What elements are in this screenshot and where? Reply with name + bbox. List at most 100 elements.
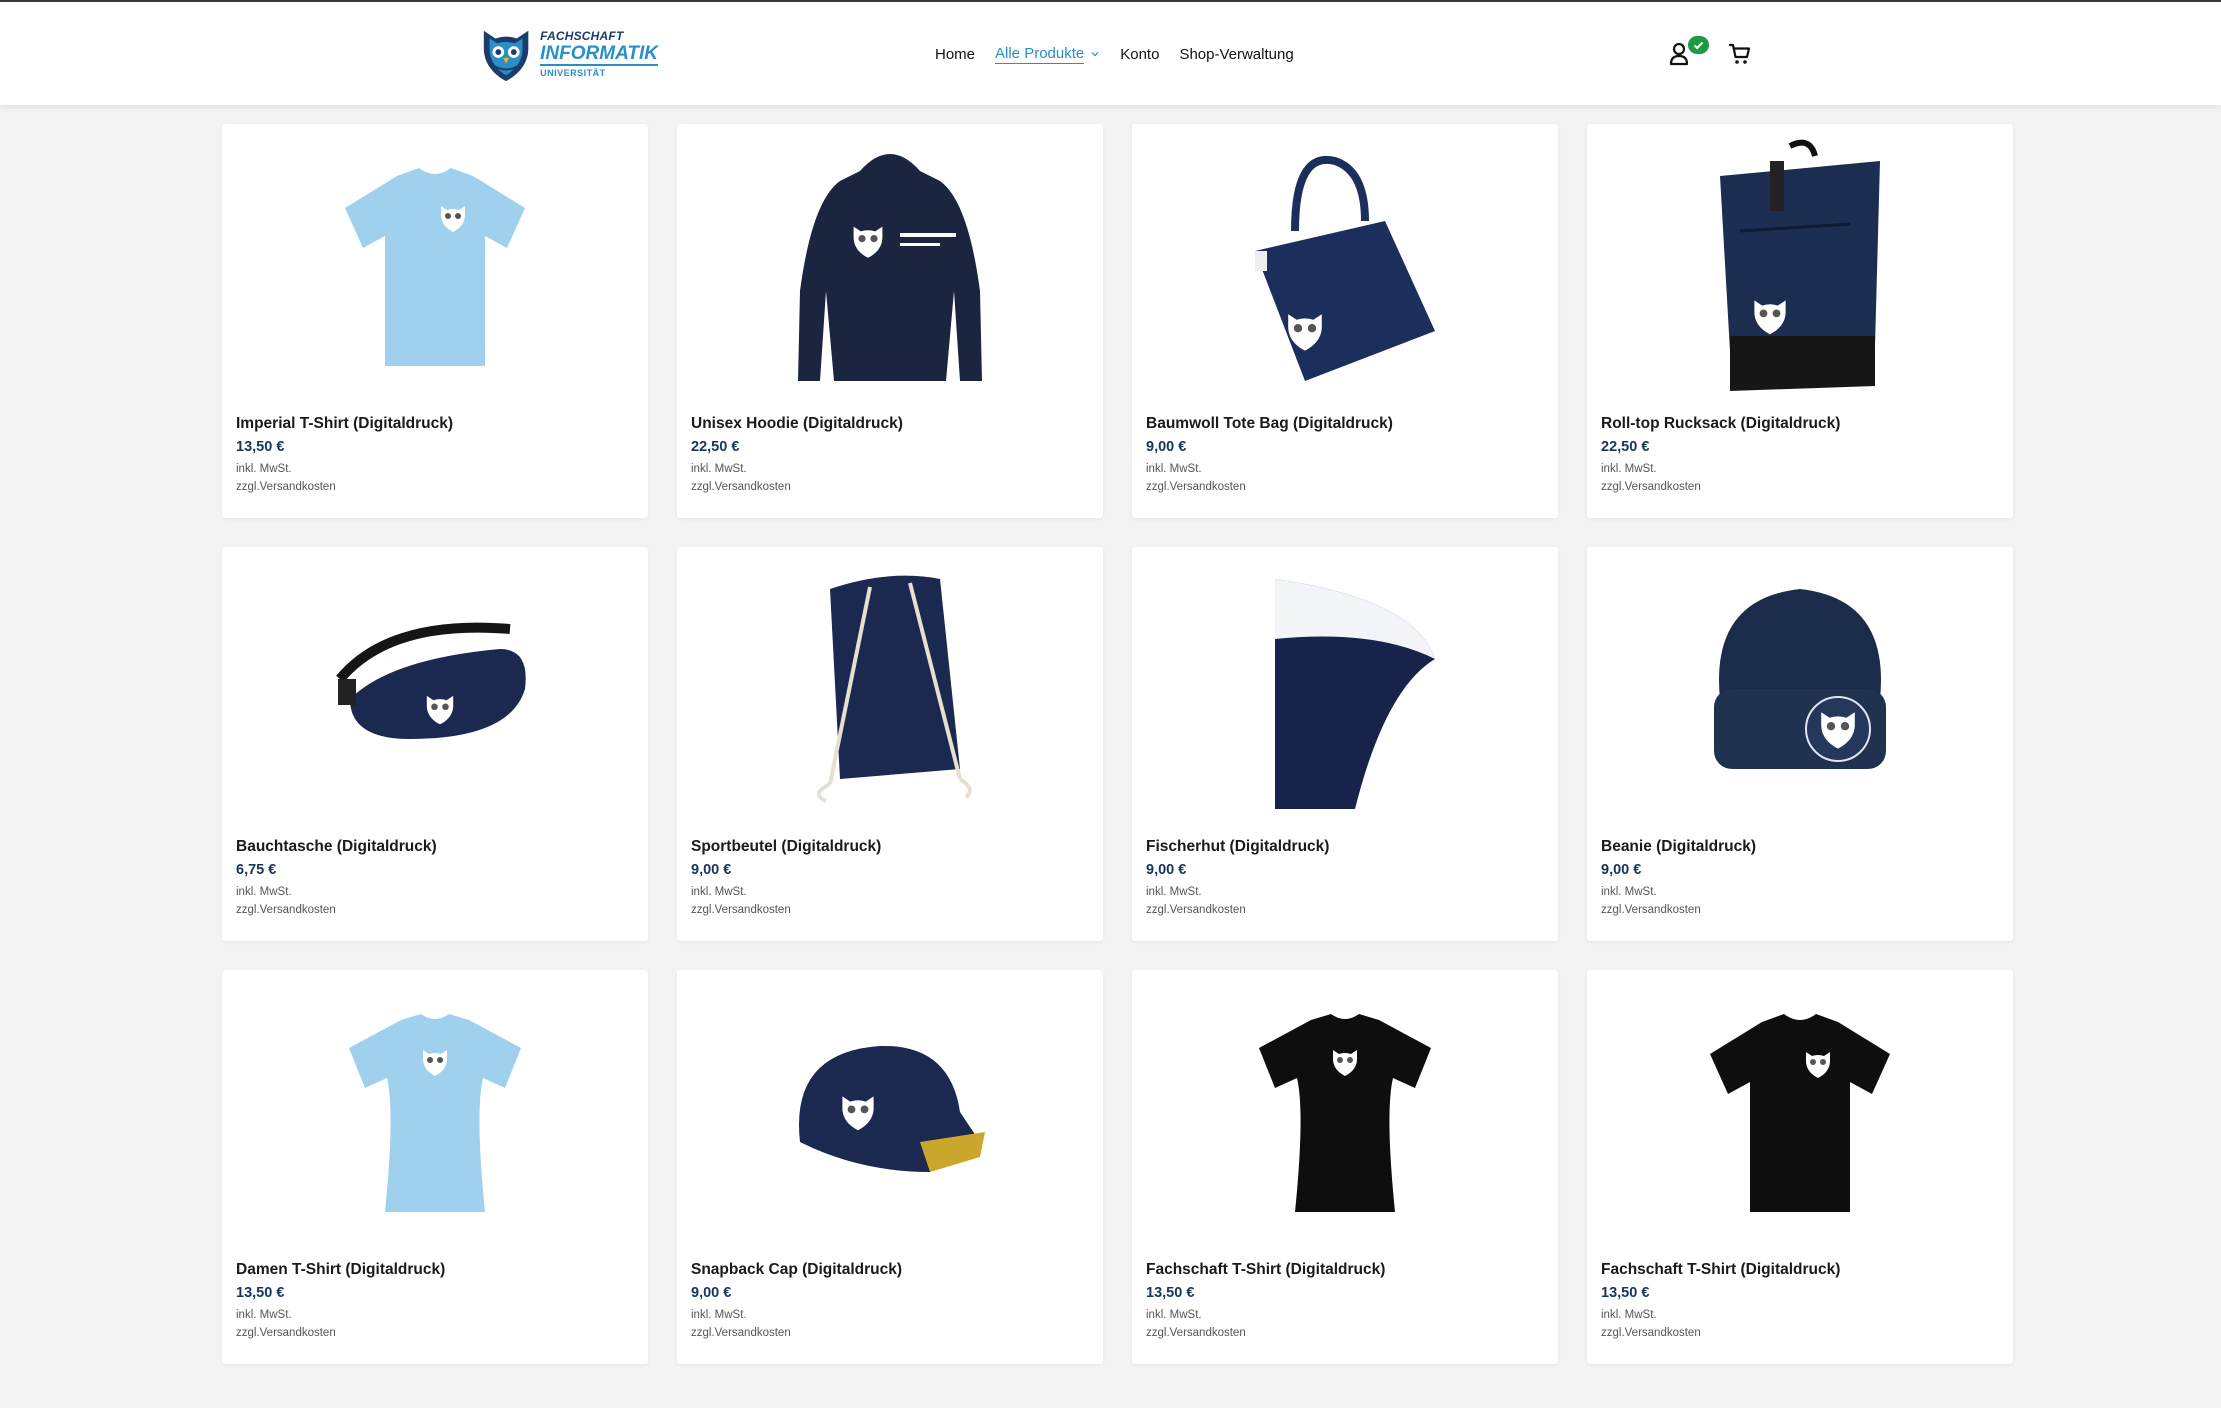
product-name[interactable]: Beanie (Digitaldruck) <box>1601 838 1756 856</box>
product-price: 9,00 € <box>1146 862 1187 878</box>
product-tax-note: inkl. MwSt. <box>236 886 292 898</box>
product-price: 9,00 € <box>1146 439 1187 455</box>
product-tax-note: inkl. MwSt. <box>236 1309 292 1321</box>
tote-bag-icon <box>1255 155 1435 381</box>
product-image <box>1132 547 1558 831</box>
product-image <box>677 124 1103 408</box>
product-image <box>1132 970 1558 1254</box>
product-tax-note: inkl. MwSt. <box>1601 886 1657 898</box>
product-tax-note: inkl. MwSt. <box>1146 886 1202 898</box>
cart-icon <box>1728 43 1751 64</box>
product-card[interactable]: Baumwoll Tote Bag (Digitaldruck) 9,00 € in… <box>1132 124 1558 518</box>
nav-all-products[interactable]: Alle Produkte <box>995 45 1100 64</box>
product-name[interactable]: Unisex Hoodie (Digitaldruck) <box>691 415 903 433</box>
product-price: 22,50 € <box>691 439 740 455</box>
product-image <box>677 547 1103 831</box>
product-shipping-note: zzgl.Versandkosten <box>691 1327 791 1339</box>
main-nav: Home Alle Produkte Konto Shop-Verwaltung <box>935 42 1314 66</box>
product-tax-note: inkl. MwSt. <box>691 886 747 898</box>
product-price: 9,00 € <box>691 862 732 878</box>
product-tax-note: inkl. MwSt. <box>1146 1309 1202 1321</box>
gym-bag-icon <box>817 575 972 803</box>
nav-account[interactable]: Konto <box>1120 46 1159 63</box>
product-card[interactable]: Damen T-Shirt (Digitaldruck) 13,50 € inkl.… <box>222 970 648 1364</box>
product-name[interactable]: Imperial T-Shirt (Digitaldruck) <box>236 415 453 433</box>
product-shipping-note: zzgl.Versandkosten <box>236 481 336 493</box>
tshirt-icon <box>345 168 525 366</box>
product-price: 13,50 € <box>236 1285 285 1301</box>
brand-line3: UNIVERSITÄT <box>540 68 606 78</box>
product-shipping-note: zzgl.Versandkosten <box>1601 904 1701 916</box>
product-name[interactable]: Damen T-Shirt (Digitaldruck) <box>236 1261 445 1279</box>
product-shipping-note: zzgl.Versandkosten <box>1146 1327 1246 1339</box>
product-tax-note: inkl. MwSt. <box>1601 1309 1657 1321</box>
bucket-hat-icon <box>1275 579 1435 809</box>
product-price: 22,50 € <box>1601 439 1650 455</box>
nav-shop-admin[interactable]: Shop-Verwaltung <box>1179 46 1293 63</box>
cap-icon <box>799 1045 985 1172</box>
product-image <box>222 970 648 1254</box>
product-image <box>677 970 1103 1254</box>
brand-logo[interactable]: FACHSCHAFT INFORMATIK UNIVERSITÄT <box>478 22 658 86</box>
hoodie-icon <box>798 154 982 381</box>
women-tshirt-icon <box>1259 1014 1431 1212</box>
backpack-icon <box>1720 139 1880 391</box>
product-price: 9,00 € <box>1601 862 1642 878</box>
product-card[interactable]: Roll-top Rucksack (Digitaldruck) 22,50 € i… <box>1587 124 2013 518</box>
product-price: 6,75 € <box>236 862 277 878</box>
product-image <box>1132 124 1558 408</box>
product-name[interactable]: Fischerhut (Digitaldruck) <box>1146 838 1329 856</box>
product-card[interactable]: Unisex Hoodie (Digitaldruck) 22,50 € inkl.… <box>677 124 1103 518</box>
product-image <box>1587 547 2013 831</box>
product-name[interactable]: Bauchtasche (Digitaldruck) <box>236 838 437 856</box>
product-price: 9,00 € <box>691 1285 732 1301</box>
product-name[interactable]: Roll-top Rucksack (Digitaldruck) <box>1601 415 1840 433</box>
nav-all-products-label: Alle Produkte <box>995 44 1085 64</box>
product-price: 13,50 € <box>236 439 285 455</box>
cart-button[interactable] <box>1728 42 1752 66</box>
product-shipping-note: zzgl.Versandkosten <box>236 904 336 916</box>
product-shipping-note: zzgl.Versandkosten <box>1601 1327 1701 1339</box>
product-card[interactable]: Imperial T-Shirt (Digitaldruck) 13,50 € in… <box>222 124 648 518</box>
product-image <box>1587 970 2013 1254</box>
beanie-icon <box>1714 589 1886 769</box>
product-name[interactable]: Baumwoll Tote Bag (Digitaldruck) <box>1146 415 1393 433</box>
product-card[interactable]: Fachschaft T-Shirt (Digitaldruck) 13,50 €… <box>1132 970 1558 1364</box>
product-card[interactable]: Sportbeutel (Digitaldruck) 9,00 € inkl. Mw… <box>677 547 1103 941</box>
chevron-down-icon <box>1091 52 1099 57</box>
product-shipping-note: zzgl.Versandkosten <box>236 1327 336 1339</box>
brand-line1: FACHSCHAFT <box>540 29 624 43</box>
product-card[interactable]: Bauchtasche (Digitaldruck) 6,75 € inkl. Mw… <box>222 547 648 941</box>
product-shipping-note: zzgl.Versandkosten <box>691 481 791 493</box>
product-shipping-note: zzgl.Versandkosten <box>1146 904 1246 916</box>
site-header: FACHSCHAFT INFORMATIK UNIVERSITÄT Home A… <box>0 2 2221 105</box>
product-tax-note: inkl. MwSt. <box>691 1309 747 1321</box>
owl-logo-icon <box>483 30 529 82</box>
product-name[interactable]: Fachschaft T-Shirt (Digitaldruck) <box>1146 1261 1385 1279</box>
nav-home[interactable]: Home <box>935 46 975 63</box>
product-card[interactable]: Fachschaft T-Shirt (Digitaldruck) 13,50 €… <box>1587 970 2013 1364</box>
check-icon <box>1693 41 1704 49</box>
product-tax-note: inkl. MwSt. <box>1601 463 1657 475</box>
product-image <box>222 547 648 831</box>
tshirt-icon <box>1710 1014 1890 1212</box>
product-image <box>1587 124 2013 408</box>
product-shipping-note: zzgl.Versandkosten <box>1601 481 1701 493</box>
product-name[interactable]: Snapback Cap (Digitaldruck) <box>691 1261 902 1279</box>
product-price: 13,50 € <box>1601 1285 1650 1301</box>
fanny-pack-icon <box>336 622 526 739</box>
product-tax-note: inkl. MwSt. <box>1146 463 1202 475</box>
product-name[interactable]: Sportbeutel (Digitaldruck) <box>691 838 881 856</box>
product-card[interactable]: Beanie (Digitaldruck) 9,00 € inkl. MwSt. zz… <box>1587 547 2013 941</box>
product-name[interactable]: Fachschaft T-Shirt (Digitaldruck) <box>1601 1261 1840 1279</box>
account-status-badge <box>1688 36 1709 54</box>
product-shipping-note: zzgl.Versandkosten <box>691 904 791 916</box>
product-tax-note: inkl. MwSt. <box>691 463 747 475</box>
product-card[interactable]: Snapback Cap (Digitaldruck) 9,00 € inkl. M… <box>677 970 1103 1364</box>
brand-line2: INFORMATIK <box>540 43 658 66</box>
product-image <box>222 124 648 408</box>
women-tshirt-icon <box>349 1014 521 1212</box>
product-price: 13,50 € <box>1146 1285 1195 1301</box>
product-card[interactable]: Fischerhut (Digitaldruck) 9,00 € inkl. MwS… <box>1132 547 1558 941</box>
product-shipping-note: zzgl.Versandkosten <box>1146 481 1246 493</box>
